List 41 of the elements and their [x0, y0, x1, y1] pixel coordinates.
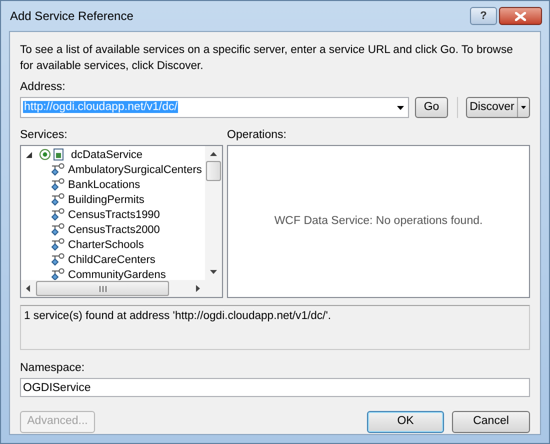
endpoint-icon	[51, 208, 65, 221]
endpoint-icon	[51, 223, 65, 236]
discover-split-button[interactable]: Discover	[466, 97, 530, 118]
dropdown-arrow-icon	[397, 106, 404, 110]
endpoint-icon	[51, 253, 65, 266]
dropdown-arrow-icon	[521, 106, 526, 109]
window-title: Add Service Reference	[9, 8, 134, 25]
close-button[interactable]	[499, 7, 542, 25]
tree-item[interactable]: ChildCareCenters	[68, 252, 158, 266]
instructions-text: To see a list of available services on a specific server, enter a service URL and click Go. To browse for available services, click Discover.	[20, 43, 514, 74]
address-label: Address:	[20, 80, 66, 94]
horizontal-scrollbar[interactable]	[21, 280, 222, 297]
tree-item[interactable]: AmbulatorySurgicalCenters	[68, 162, 204, 176]
vertical-scrollbar[interactable]	[205, 146, 222, 280]
tree-item[interactable]: CensusTracts1990	[68, 208, 162, 222]
scroll-thumb[interactable]	[36, 281, 169, 296]
endpoint-icon	[51, 238, 65, 251]
tree-item[interactable]: CharterSchools	[68, 238, 146, 252]
tree-item[interactable]: dcDataService	[71, 148, 145, 162]
go-button[interactable]: Go	[415, 97, 448, 118]
tree-item[interactable]: CommunityGardens	[68, 268, 168, 280]
tree-item[interactable]: BuildingPermits	[68, 192, 146, 206]
grip-icon	[98, 286, 106, 292]
namespace-field[interactable]: OGDIService	[20, 378, 530, 397]
expanded-arrow-icon[interactable]	[25, 150, 33, 158]
status-text: 1 service(s) found at address 'http://ogdi.cloudapp.net/v1/dc/'.	[24, 310, 331, 322]
help-button[interactable]: ?	[470, 7, 497, 25]
scroll-thumb[interactable]	[206, 161, 221, 181]
services-label: Services:	[20, 128, 68, 142]
endpoint-icon	[51, 178, 65, 191]
dialog-button[interactable]: OK	[367, 411, 444, 433]
namespace-label: Namespace:	[20, 361, 86, 375]
operations-label: Operations:	[227, 128, 288, 142]
close-icon	[515, 12, 526, 20]
empty-message: WCF Data Service: No operations found.	[274, 214, 483, 229]
endpoint-icon	[51, 163, 65, 176]
endpoint-icon	[51, 193, 65, 206]
dialog-button[interactable]: Cancel	[452, 411, 530, 433]
endpoint-icon	[51, 268, 65, 280]
tree-item[interactable]: BankLocations	[68, 178, 142, 192]
tree-item[interactable]: CensusTracts2000	[68, 222, 162, 236]
